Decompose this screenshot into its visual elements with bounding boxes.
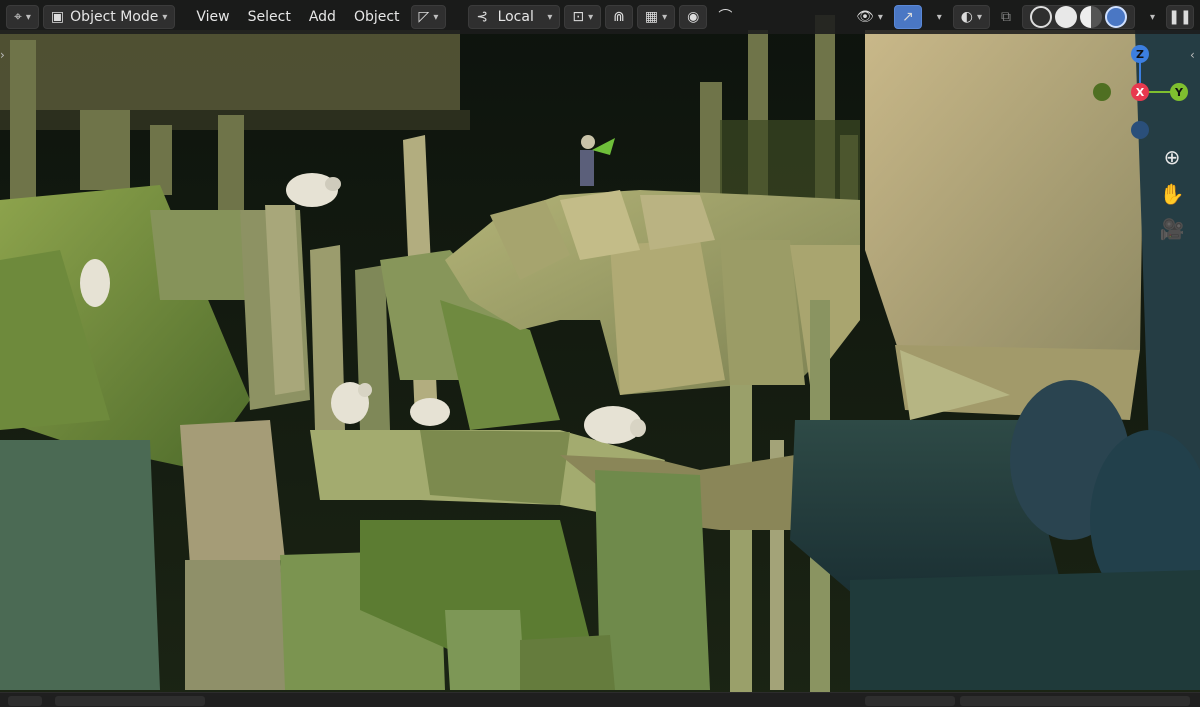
xray-toggle[interactable]: ⧉ bbox=[994, 5, 1018, 29]
overlays-icon: ◐ bbox=[960, 9, 973, 25]
orientation-icon: ⊰ bbox=[476, 9, 489, 25]
editor-type-button[interactable]: ⌖ ▾ bbox=[6, 5, 39, 29]
material-preview-icon[interactable] bbox=[1079, 6, 1102, 28]
proportional-edit-icon: ◉ bbox=[687, 9, 700, 25]
footer-control[interactable] bbox=[55, 696, 205, 706]
camera-icon[interactable]: 🎥 bbox=[1158, 215, 1186, 243]
chevron-down-icon: ▾ bbox=[662, 11, 668, 23]
orientation-label: Local bbox=[497, 9, 534, 25]
shading-dropdown[interactable]: ▾ bbox=[1139, 5, 1162, 29]
gizmo-dropdown[interactable]: ▾ bbox=[926, 5, 949, 29]
mode-label: Object Mode bbox=[70, 9, 159, 25]
menu-object[interactable]: Object bbox=[347, 5, 407, 29]
object-mode-icon: ▣ bbox=[50, 9, 65, 25]
mode-dropdown[interactable]: ▣ Object Mode ▾ bbox=[42, 5, 176, 29]
snap-grid-icon: ▦ bbox=[644, 9, 659, 25]
pivot-point-dropdown[interactable]: ⊡ ▾ bbox=[564, 5, 602, 29]
transform-orientation-dropdown[interactable]: ⊰ Local ▾ bbox=[468, 5, 561, 29]
eye-visibility-icon: 👁 bbox=[856, 9, 874, 25]
chevron-down-icon: ▾ bbox=[588, 11, 594, 23]
chevron-down-icon: ▾ bbox=[25, 11, 31, 23]
sheep-4 bbox=[410, 398, 450, 426]
rendered-shading-icon[interactable] bbox=[1104, 6, 1127, 28]
overlays-toggle[interactable]: ◐ ▾ bbox=[952, 5, 990, 29]
chevron-down-icon: ▾ bbox=[976, 11, 982, 23]
snap-magnet-icon: ⋒ bbox=[613, 9, 625, 25]
gizmo-y-axis[interactable]: Y bbox=[1170, 83, 1188, 101]
falloff-curve-icon: ◸ bbox=[418, 9, 430, 25]
sidebar-toggle[interactable]: ❚❚ bbox=[1166, 5, 1194, 29]
sheep-2 bbox=[80, 259, 110, 307]
chevron-down-icon: ▾ bbox=[162, 11, 168, 23]
chevron-down-icon: ▾ bbox=[936, 11, 942, 23]
chevron-down-icon: ▾ bbox=[547, 11, 553, 23]
xray-icon: ⧉ bbox=[1000, 9, 1011, 25]
gizmo-neg-z-axis[interactable] bbox=[1131, 121, 1149, 139]
toolbar-expand-arrow[interactable]: › bbox=[0, 48, 10, 68]
visibility-dropdown[interactable]: 👁 ▾ bbox=[849, 5, 890, 29]
footer-control[interactable] bbox=[960, 696, 1190, 706]
chevron-down-icon: ▾ bbox=[877, 11, 883, 23]
gizmo-toggle-icon: ↗ bbox=[901, 9, 914, 25]
footer-control[interactable] bbox=[8, 696, 42, 706]
menu-select[interactable]: Select bbox=[241, 5, 298, 29]
chevron-down-icon: ▾ bbox=[1149, 11, 1155, 23]
falloff-dropdown-left[interactable]: ◸ ▾ bbox=[410, 5, 447, 29]
gizmo-toggle[interactable]: ↗ bbox=[893, 5, 922, 29]
proportional-edit-toggle[interactable]: ◉ bbox=[679, 5, 708, 29]
snap-toggle[interactable]: ⋒ bbox=[605, 5, 633, 29]
blender-window: ⌖ ▾ ▣ Object Mode ▾ View Select Add Objec… bbox=[0, 0, 1200, 707]
zoom-icon[interactable]: ⊕ bbox=[1158, 143, 1186, 171]
shading-mode-group bbox=[1021, 5, 1135, 29]
sidebar-toggle-icon: ❚❚ bbox=[1168, 9, 1192, 25]
menu-add[interactable]: Add bbox=[302, 5, 343, 29]
chevron-down-icon: ▾ bbox=[433, 11, 439, 23]
gizmo-neg-y-axis[interactable] bbox=[1093, 83, 1111, 101]
timeline-header-strip bbox=[0, 692, 1200, 707]
gizmo-z-axis[interactable]: Z bbox=[1131, 45, 1149, 63]
falloff-dropdown[interactable]: ⌒ bbox=[711, 5, 739, 29]
menu-view[interactable]: View bbox=[189, 5, 236, 29]
pivot-point-icon: ⊡ bbox=[572, 9, 585, 25]
snap-target-dropdown[interactable]: ▦ ▾ bbox=[636, 5, 676, 29]
support-pole bbox=[730, 385, 752, 695]
3d-viewport-icon: ⌖ bbox=[14, 9, 22, 25]
3d-viewport[interactable] bbox=[0, 0, 1200, 707]
upper-cliff bbox=[0, 30, 460, 120]
footer-control[interactable] bbox=[865, 696, 955, 706]
pan-hand-icon[interactable]: ✋ bbox=[1158, 180, 1186, 208]
wireframe-shading-icon[interactable] bbox=[1029, 6, 1052, 28]
falloff-curve-icon: ⌒ bbox=[718, 9, 733, 25]
gizmo-x-axis[interactable]: X bbox=[1131, 83, 1149, 101]
viewport-header: ⌖ ▾ ▣ Object Mode ▾ View Select Add Objec… bbox=[0, 0, 1200, 34]
solid-shading-icon[interactable] bbox=[1054, 6, 1077, 28]
